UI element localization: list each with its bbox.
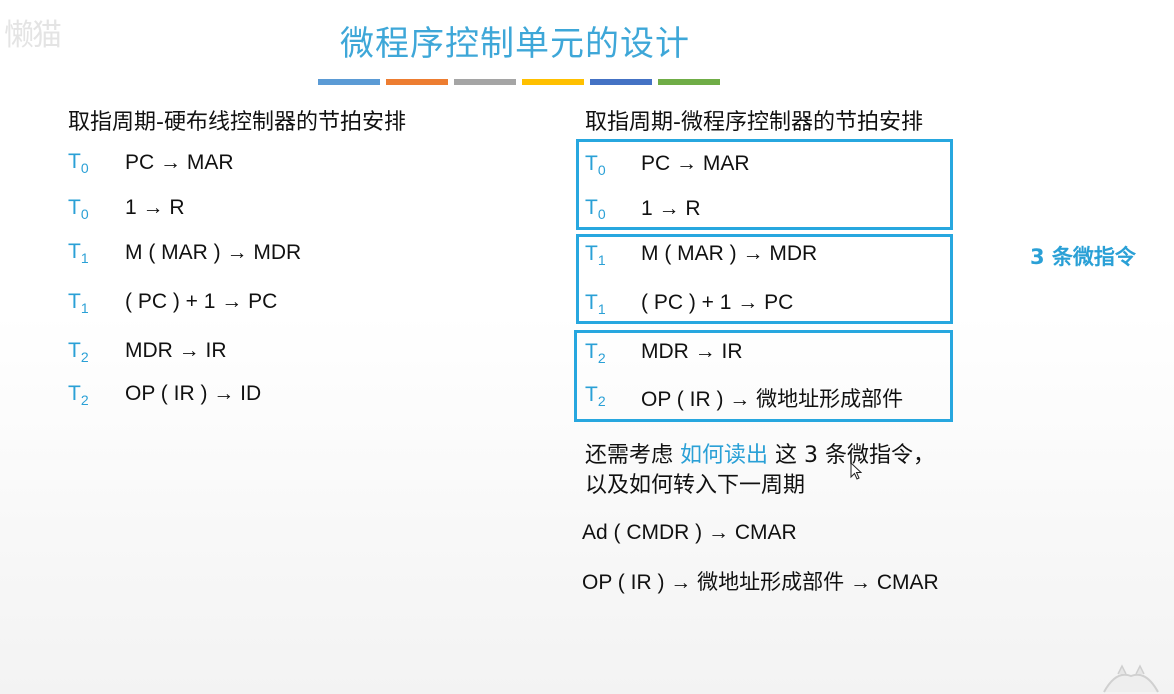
left-step: M ( MAR ) → MDR [125, 241, 302, 264]
highlight-text: 如何读出 [680, 443, 769, 468]
arrow-icon: → [670, 571, 692, 594]
right-step: OP ( IR ) → 微地址形成部件 [641, 388, 904, 411]
left-step: ( PC ) + 1 → PC [125, 290, 278, 313]
micro-instruction-box-1 [576, 139, 953, 230]
right-t-label: T1 [585, 242, 606, 269]
micro-instruction-count-note: 3 条微指令 [1030, 245, 1136, 269]
left-step: PC → MAR [125, 151, 234, 174]
color-bar-segment [658, 79, 720, 85]
left-step: MDR → IR [125, 339, 227, 362]
left-t-label: T1 [68, 290, 89, 317]
color-bar-segment [454, 79, 516, 85]
color-bar [318, 79, 720, 85]
formula-line-1: Ad ( CMDR ) → CMAR [582, 521, 797, 544]
right-step: MDR → IR [641, 340, 743, 363]
arrow-icon: → [694, 340, 716, 363]
left-step: 1 → R [125, 196, 185, 219]
explanation-line-2: 以及如何转入下一周期 [585, 473, 806, 498]
arrow-icon: → [737, 291, 759, 314]
arrow-icon: → [226, 241, 248, 264]
arrow-icon: → [178, 339, 200, 362]
right-t-label: T0 [585, 152, 606, 179]
color-bar-segment [386, 79, 448, 85]
color-bar-segment [590, 79, 652, 85]
right-t-label: T0 [585, 196, 606, 223]
explanation-line-1: 还需考虑 如何读出 这 3 条微指令， [585, 443, 935, 468]
mouse-cursor-icon [850, 462, 862, 480]
formula-line-2: OP ( IR ) → 微地址形成部件 → CMAR [582, 570, 939, 594]
left-t-label: T2 [68, 382, 89, 409]
decorative-corner-icon [1103, 664, 1159, 693]
left-t-label: T0 [68, 196, 89, 223]
right-t-label: T2 [585, 340, 606, 367]
right-step: 1 → R [641, 197, 701, 220]
arrow-icon: → [142, 196, 164, 219]
arrow-icon: → [729, 388, 751, 411]
arrow-icon: → [221, 290, 243, 313]
right-t-label: T2 [585, 383, 606, 410]
arrow-icon: → [708, 521, 730, 544]
color-bar-segment [522, 79, 584, 85]
left-t-label: T0 [68, 150, 89, 177]
arrow-icon: → [213, 382, 235, 405]
right-step: PC → MAR [641, 152, 750, 175]
left-step: OP ( IR ) → ID [125, 382, 262, 405]
arrow-icon: → [160, 151, 182, 174]
right-t-label: T1 [585, 291, 606, 318]
arrow-icon: → [742, 242, 764, 265]
left-t-label: T2 [68, 339, 89, 366]
left-heading: 取指周期-硬布线控制器的节拍安排 [68, 110, 406, 135]
color-bar-segment [318, 79, 380, 85]
right-step: M ( MAR ) → MDR [641, 242, 818, 265]
page-title: 微程序控制单元的设计 [340, 24, 690, 64]
arrow-icon: → [676, 152, 698, 175]
left-t-label: T1 [68, 240, 89, 267]
arrow-icon: → [849, 571, 871, 594]
arrow-icon: → [658, 197, 680, 220]
right-heading: 取指周期-微程序控制器的节拍安排 [585, 110, 923, 135]
right-step: ( PC ) + 1 → PC [641, 291, 794, 314]
